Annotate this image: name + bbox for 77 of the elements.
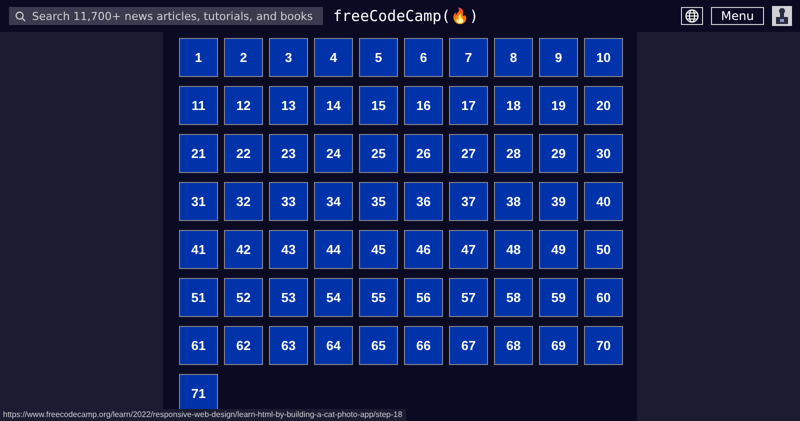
step-button[interactable]: 5 [359,38,398,77]
step-button[interactable]: 66 [404,326,443,365]
step-button[interactable]: 24 [314,134,353,173]
step-button[interactable]: 12 [224,86,263,125]
step-button[interactable]: 64 [314,326,353,365]
globe-icon [685,9,700,23]
step-button[interactable]: 46 [404,230,443,269]
step-button[interactable]: 47 [449,230,488,269]
step-button[interactable]: 44 [314,230,353,269]
step-button[interactable]: 9 [539,38,578,77]
step-button[interactable]: 28 [494,134,533,173]
site-logo[interactable]: freeCodeCamp(🔥) [333,7,478,25]
step-button[interactable]: 63 [269,326,308,365]
step-button[interactable]: 37 [449,182,488,221]
step-button[interactable]: 23 [269,134,308,173]
step-button[interactable]: 29 [539,134,578,173]
step-button[interactable]: 19 [539,86,578,125]
step-button[interactable]: 13 [269,86,308,125]
step-button[interactable]: 31 [179,182,218,221]
step-button[interactable]: 10 [584,38,623,77]
step-button[interactable]: 27 [449,134,488,173]
search-field[interactable]: Search 11,700+ news articles, tutorials, and books [9,7,323,25]
step-button[interactable]: 26 [404,134,443,173]
step-button[interactable]: 43 [269,230,308,269]
step-button[interactable]: 49 [539,230,578,269]
step-button[interactable]: 6 [404,38,443,77]
step-button[interactable]: 61 [179,326,218,365]
step-button[interactable]: 60 [584,278,623,317]
step-button[interactable]: 55 [359,278,398,317]
step-button[interactable]: 33 [269,182,308,221]
step-button[interactable]: 20 [584,86,623,125]
step-button[interactable]: 36 [404,182,443,221]
step-button[interactable]: 62 [224,326,263,365]
step-button[interactable]: 52 [224,278,263,317]
step-button[interactable]: 54 [314,278,353,317]
step-button[interactable]: 53 [269,278,308,317]
step-button[interactable]: 45 [359,230,398,269]
step-button[interactable]: 25 [359,134,398,173]
step-button[interactable]: 16 [404,86,443,125]
language-button[interactable] [681,7,704,25]
avatar-icon[interactable] [772,6,792,26]
step-button[interactable]: 42 [224,230,263,269]
menu-button[interactable]: Menu [711,7,764,25]
step-button[interactable]: 17 [449,86,488,125]
step-button[interactable]: 11 [179,86,218,125]
step-button[interactable]: 14 [314,86,353,125]
step-button[interactable]: 56 [404,278,443,317]
step-button[interactable]: 70 [584,326,623,365]
step-button[interactable]: 8 [494,38,533,77]
step-button[interactable]: 22 [224,134,263,173]
step-button[interactable]: 21 [179,134,218,173]
step-button[interactable]: 50 [584,230,623,269]
step-button[interactable]: 18 [494,86,533,125]
step-button[interactable]: 69 [539,326,578,365]
step-button[interactable]: 58 [494,278,533,317]
step-button[interactable]: 1 [179,38,218,77]
step-button[interactable]: 15 [359,86,398,125]
step-button[interactable]: 40 [584,182,623,221]
step-button[interactable]: 4 [314,38,353,77]
step-button[interactable]: 3 [269,38,308,77]
step-button[interactable]: 68 [494,326,533,365]
step-button[interactable]: 32 [224,182,263,221]
step-button[interactable]: 59 [539,278,578,317]
search-icon [15,10,26,22]
step-button[interactable]: 35 [359,182,398,221]
step-button[interactable]: 48 [494,230,533,269]
step-button[interactable]: 41 [179,230,218,269]
step-button[interactable]: 30 [584,134,623,173]
step-button[interactable]: 67 [449,326,488,365]
step-button[interactable]: 7 [449,38,488,77]
step-button[interactable]: 65 [359,326,398,365]
step-button[interactable]: 34 [314,182,353,221]
step-button[interactable]: 57 [449,278,488,317]
step-button[interactable]: 2 [224,38,263,77]
step-button[interactable]: 51 [179,278,218,317]
step-button[interactable]: 38 [494,182,533,221]
step-button[interactable]: 39 [539,182,578,221]
